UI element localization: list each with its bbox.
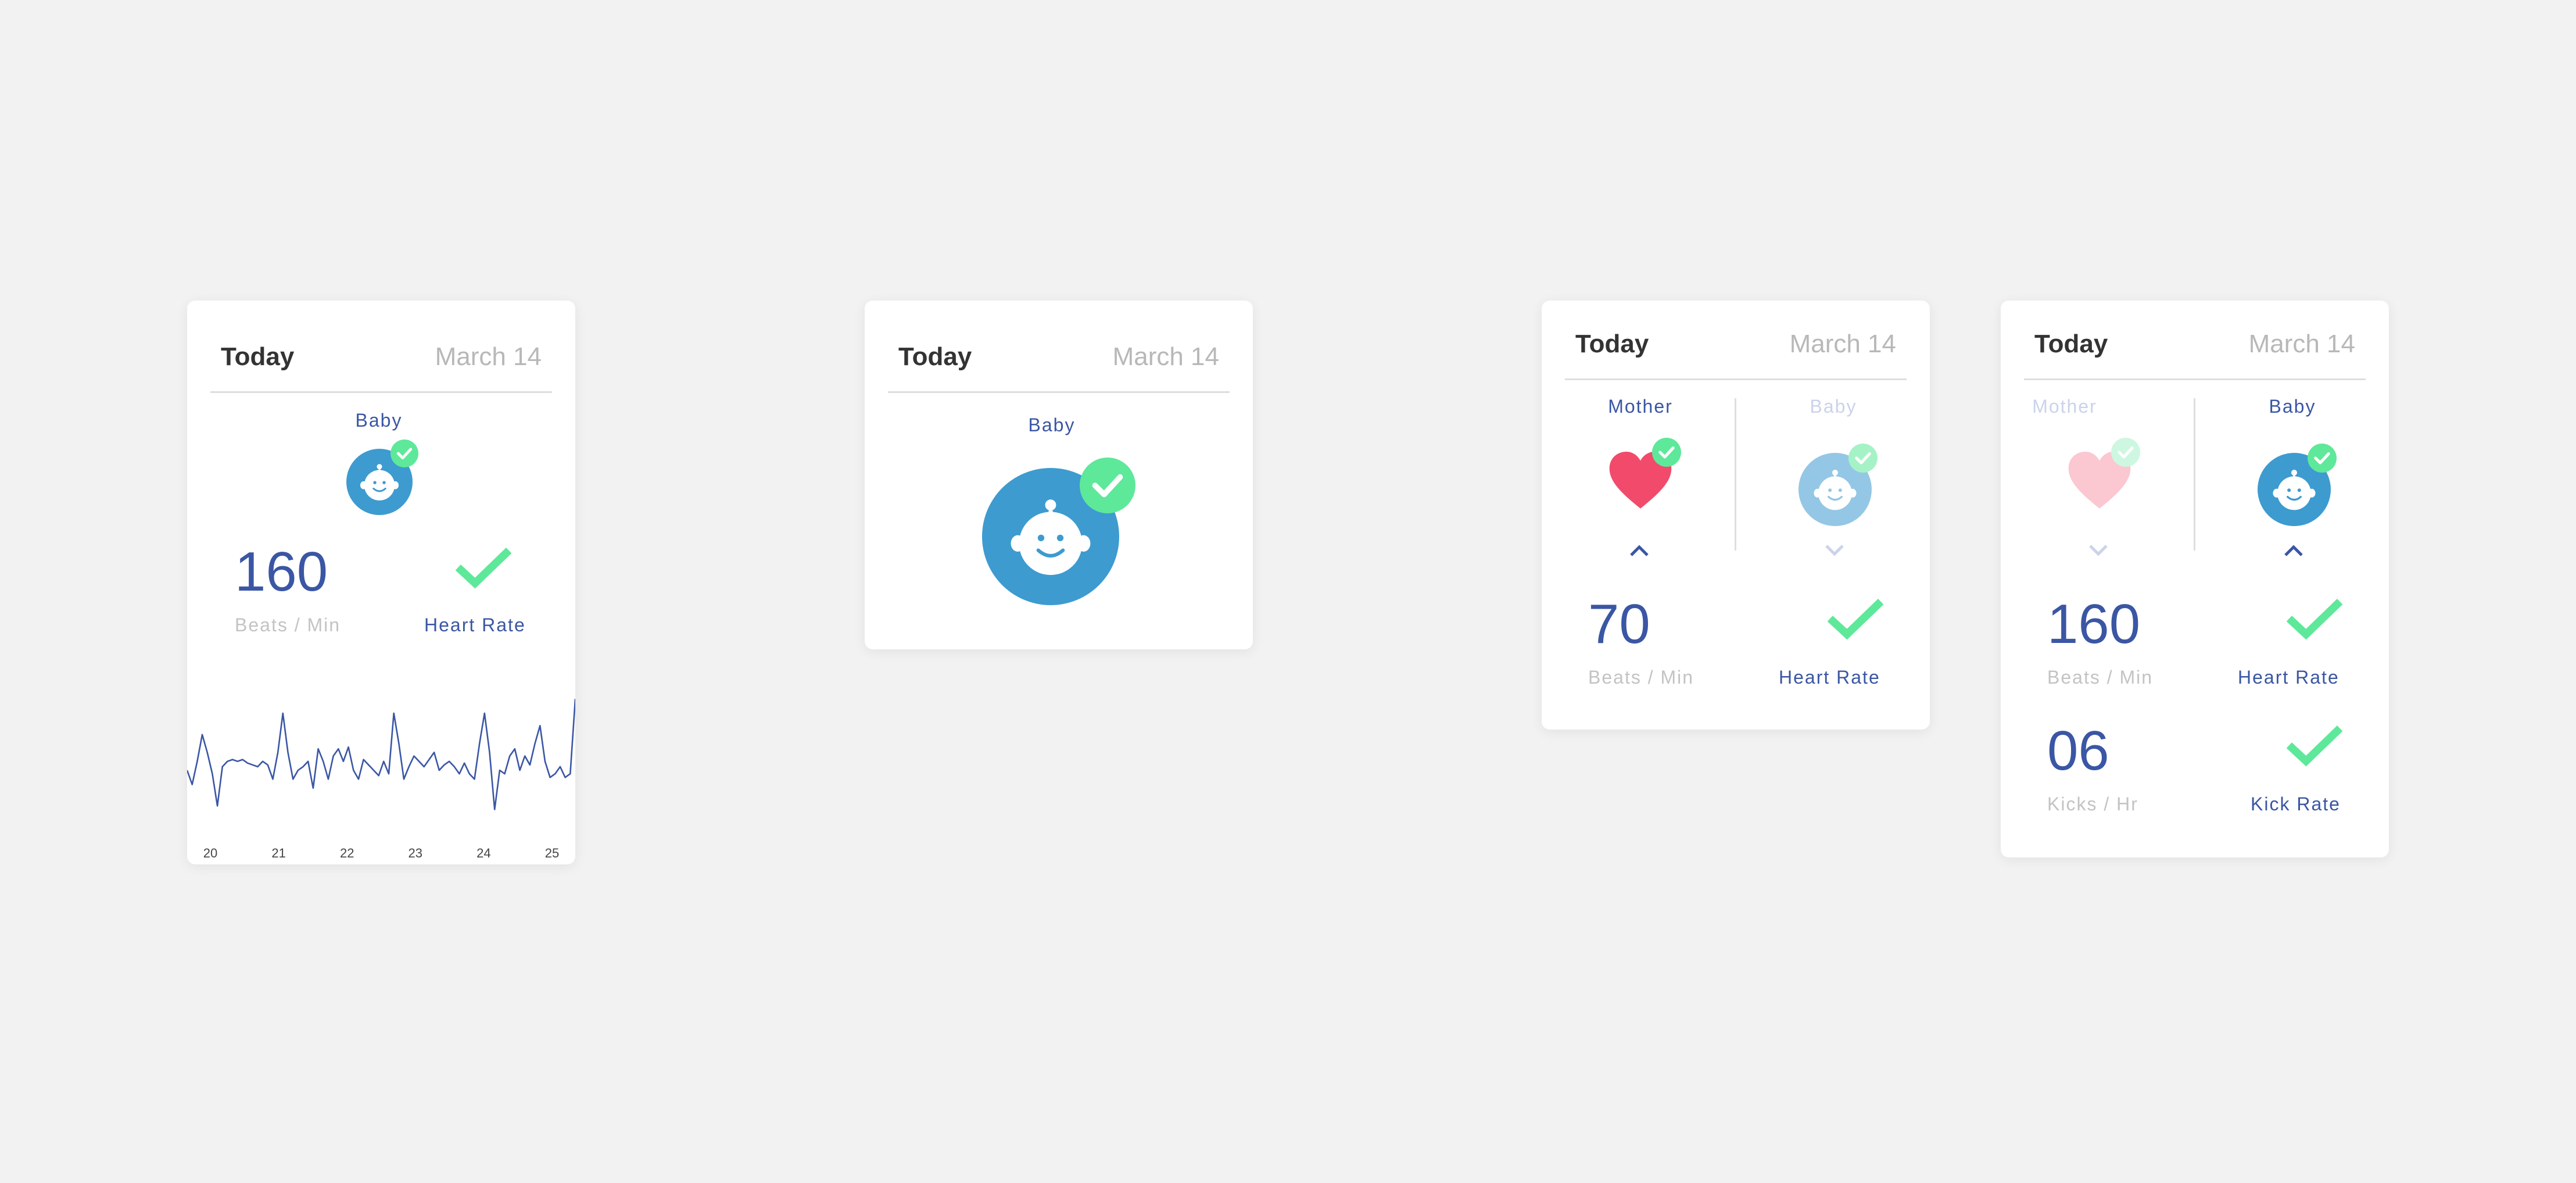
heart-rate-line bbox=[187, 699, 575, 810]
kick-rate-caption: Kick Rate bbox=[2251, 794, 2341, 814]
x-tick-label: 20 bbox=[203, 846, 217, 860]
check-badge-icon bbox=[1080, 458, 1135, 513]
x-tick-label: 23 bbox=[409, 846, 422, 860]
baby-heart-rate-card: Today March 14 Baby 160 Beats / Min Hear… bbox=[187, 301, 575, 864]
heart-rate-chart: 20 21 22 23 24 25 bbox=[187, 699, 575, 860]
card-header: Today March 14 bbox=[1565, 318, 1907, 380]
heart-rate-unit: Beats / Min bbox=[1588, 667, 1694, 688]
tab-divider bbox=[2194, 398, 2195, 551]
baby-status-card: Today March 14 Baby bbox=[865, 301, 1253, 649]
check-badge-icon bbox=[1652, 438, 1681, 467]
x-tick-label: 25 bbox=[545, 846, 559, 860]
x-tick-label: 21 bbox=[271, 846, 285, 860]
chevron-down-icon[interactable] bbox=[2087, 544, 2110, 557]
x-tick-label: 22 bbox=[340, 846, 354, 860]
baby-avatar[interactable] bbox=[1798, 453, 1872, 526]
heart-rate-value: 70 bbox=[1588, 593, 1650, 655]
date-label: March 14 bbox=[1789, 330, 1896, 358]
heart-rate-value: 160 bbox=[2047, 593, 2141, 655]
chevron-down-icon[interactable] bbox=[1823, 544, 1846, 557]
chevron-up-icon[interactable] bbox=[1628, 544, 1651, 557]
today-label: Today bbox=[221, 342, 295, 371]
date-label: March 14 bbox=[2248, 330, 2355, 358]
heart-rate-unit: Beats / Min bbox=[2047, 667, 2154, 688]
check-icon bbox=[2284, 723, 2345, 767]
kick-rate-unit: Kicks / Hr bbox=[2047, 794, 2138, 814]
today-label: Today bbox=[898, 342, 972, 371]
x-tick-label: 24 bbox=[476, 846, 490, 860]
card-header: Today March 14 bbox=[888, 331, 1230, 393]
subject-label: Baby bbox=[355, 410, 403, 431]
heart-rate-value: 160 bbox=[235, 541, 328, 603]
tab-divider bbox=[1735, 398, 1736, 551]
date-label: March 14 bbox=[435, 342, 542, 371]
chevron-up-icon[interactable] bbox=[2282, 544, 2305, 557]
baby-tab-label[interactable]: Baby bbox=[1769, 396, 1897, 417]
today-label: Today bbox=[2034, 330, 2108, 358]
check-icon bbox=[1825, 596, 1886, 640]
mother-tab-label[interactable]: Mother bbox=[2001, 396, 2129, 417]
baby-avatar[interactable] bbox=[346, 449, 413, 515]
mother-heart-rate-card: Today March 14 Mother Baby 70 Beats / Mi… bbox=[1542, 301, 1930, 730]
check-badge-icon bbox=[1848, 444, 1878, 473]
mother-avatar[interactable] bbox=[1607, 447, 1674, 514]
baby-avatar-large[interactable] bbox=[982, 468, 1119, 605]
kick-rate-value: 06 bbox=[2047, 720, 2109, 782]
check-icon bbox=[453, 545, 514, 589]
baby-avatar[interactable] bbox=[2258, 453, 2331, 526]
heart-rate-caption: Heart Rate bbox=[1779, 667, 1880, 688]
card-header: Today March 14 bbox=[2024, 318, 2366, 380]
baby-tab-label[interactable]: Baby bbox=[2229, 396, 2356, 417]
check-badge-icon bbox=[2111, 438, 2140, 467]
date-label: March 14 bbox=[1112, 342, 1219, 371]
card-header: Today March 14 bbox=[210, 331, 552, 393]
mother-tab-label[interactable]: Mother bbox=[1577, 396, 1704, 417]
mother-avatar[interactable] bbox=[2066, 447, 2133, 514]
today-label: Today bbox=[1575, 330, 1649, 358]
baby-vitals-card: Today March 14 Mother Baby 160 Beats / M… bbox=[2001, 301, 2389, 857]
check-icon bbox=[2284, 596, 2345, 640]
check-badge-icon bbox=[390, 439, 418, 467]
heart-rate-caption: Heart Rate bbox=[2238, 667, 2339, 688]
check-badge-icon bbox=[2308, 444, 2337, 473]
subject-label: Baby bbox=[1028, 414, 1076, 435]
heart-rate-caption: Heart Rate bbox=[424, 614, 526, 635]
heart-rate-unit: Beats / Min bbox=[235, 614, 341, 635]
